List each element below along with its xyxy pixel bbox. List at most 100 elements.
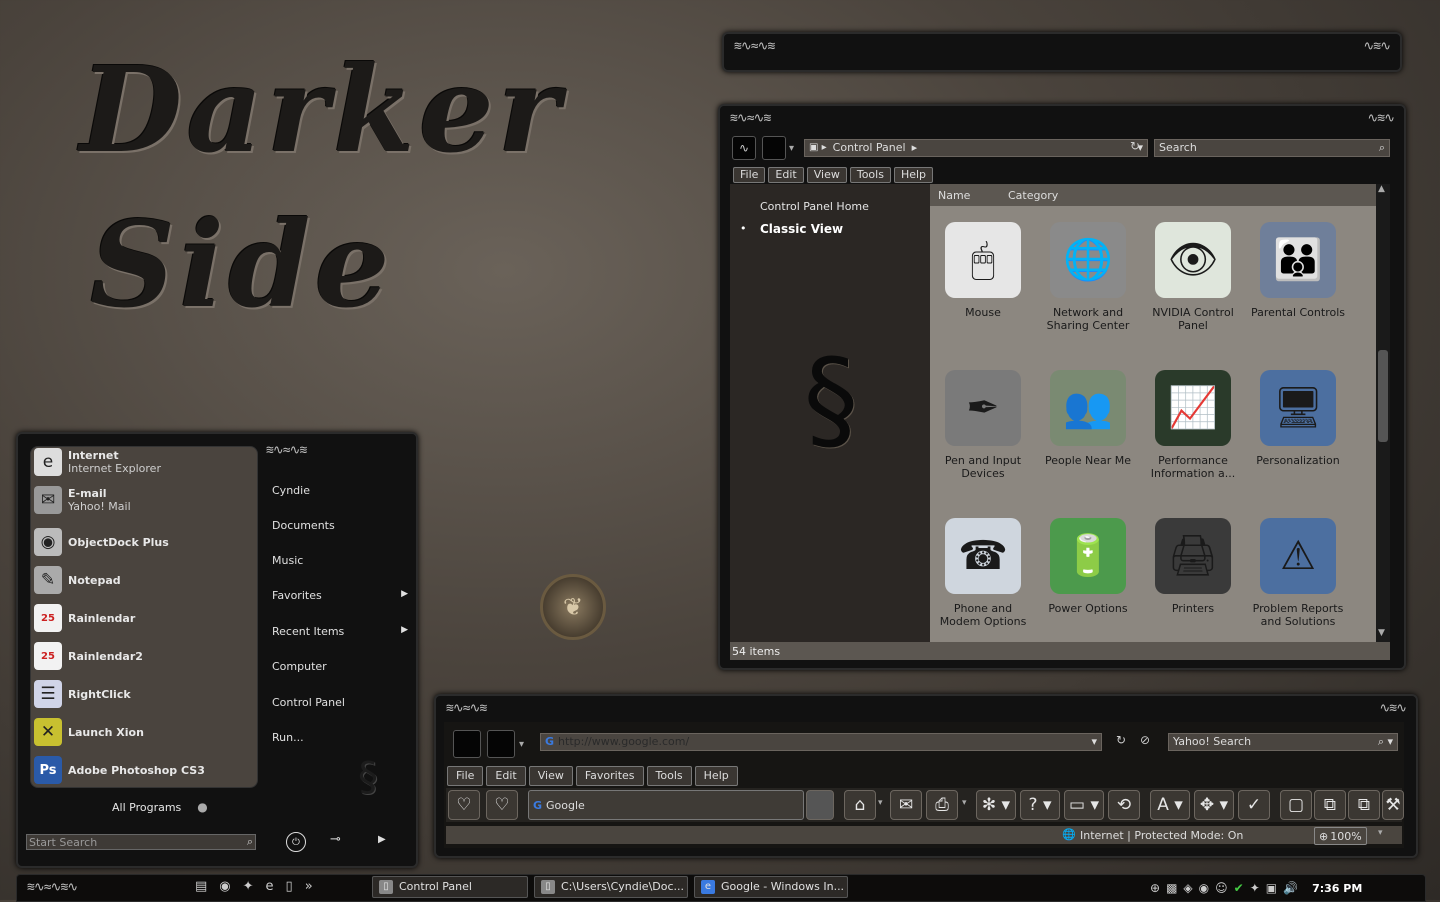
notepad-icon[interactable]: ▯ [286, 879, 293, 894]
control-panel-item[interactable]: 🖨 Printers [1143, 518, 1243, 615]
tray-messenger-icon[interactable]: ☺ [1215, 881, 1228, 895]
tools-button[interactable]: ⚒ [1382, 790, 1404, 820]
control-panel-item[interactable]: ☎ Phone and Modem Options [933, 518, 1033, 628]
menu-edit[interactable]: Edit [486, 766, 526, 786]
search-icon[interactable]: ⌕ [1379, 139, 1385, 157]
url-text[interactable]: http://www.google.com/ [558, 733, 689, 751]
checkmark-button[interactable]: ✓ [1238, 790, 1270, 820]
start-right-item[interactable]: Control Panel [272, 696, 408, 709]
start-pinned-item[interactable]: ✉ E-mail Yahoo! Mail [34, 482, 131, 518]
volume-icon[interactable]: 🔊 [1283, 881, 1298, 895]
start-right-item[interactable]: Music [272, 554, 408, 567]
tray-firefox-icon[interactable]: ✦ [1250, 881, 1260, 895]
tile-windows-button[interactable]: ⧉ [1314, 790, 1346, 820]
media-icon[interactable]: ◉ [219, 879, 230, 894]
control-panel-item[interactable]: 🖱 Mouse [933, 222, 1033, 319]
menu-edit[interactable]: Edit [768, 167, 804, 183]
home-dropdown-icon[interactable]: ▾ [878, 798, 883, 808]
start-right-item[interactable]: Computer [272, 660, 408, 673]
control-panel-home-link[interactable]: Control Panel Home [760, 200, 869, 213]
tab-label[interactable]: Google [546, 799, 585, 812]
print-dropdown-icon[interactable]: ▾ [962, 798, 967, 808]
start-right-item[interactable]: Cyndie [272, 484, 408, 497]
menu-tools[interactable]: Tools [646, 766, 692, 786]
taskbar-button[interactable]: ▯ C:\Users\Cyndie\Doc... [534, 876, 688, 898]
control-panel-item[interactable]: 👁 NVIDIA Control Panel [1143, 222, 1243, 332]
favorites-center-button[interactable]: ♡ [448, 790, 480, 820]
history-button[interactable]: ⟲ [1108, 790, 1140, 820]
menu-file[interactable]: File [733, 167, 766, 183]
tray-add-icon[interactable]: ⊕ [1150, 881, 1160, 895]
control-panel-item[interactable]: 👥 People Near Me [1038, 370, 1138, 467]
start-right-item[interactable]: Recent Items ▶ [272, 625, 408, 638]
back-button[interactable]: ∿ [732, 136, 756, 160]
taskbar-button[interactable]: e Google - Windows In... [694, 876, 848, 898]
add-favorite-button[interactable]: ♡ [486, 790, 518, 820]
browser-tab[interactable]: G Google [528, 790, 804, 820]
text-size-button[interactable]: A ▾ [1150, 790, 1190, 820]
menu-favorites[interactable]: Favorites [575, 766, 644, 786]
address-path[interactable]: Control Panel [833, 139, 906, 157]
forward-button[interactable] [762, 136, 786, 160]
chevron-right-icon[interactable]: ▸ [912, 139, 918, 157]
taskbar-button[interactable]: ▯ Control Panel [372, 876, 528, 898]
start-pinned-item[interactable]: ✎ Notepad [34, 562, 121, 598]
quicklaunch-more-icon[interactable]: » [305, 879, 313, 894]
back-button[interactable] [453, 730, 481, 758]
start-right-item[interactable]: Run... [272, 731, 408, 744]
zoom-dropdown-icon[interactable]: ▾ [1378, 828, 1383, 838]
menu-view[interactable]: View [806, 167, 847, 183]
column-category[interactable]: Category [1008, 189, 1058, 202]
url-dropdown-icon[interactable]: ▾ [1091, 733, 1097, 751]
menu-file[interactable]: File [447, 766, 484, 786]
tray-app-icon[interactable]: ▩ [1166, 881, 1177, 895]
url-bar[interactable]: G http://www.google.com/ ▾ [540, 733, 1102, 751]
search-icon[interactable]: ⌕ ▾ [1378, 733, 1393, 751]
scroll-thumb[interactable] [1378, 350, 1388, 442]
forward-button[interactable] [487, 730, 515, 758]
refresh-icon[interactable]: ↻ [1116, 733, 1126, 747]
address-bar[interactable]: ▣ ▸ Control Panel ▸ ▾ [804, 139, 1148, 157]
mail-button[interactable]: ✉ [890, 790, 922, 820]
control-panel-item[interactable]: 🔋 Power Options [1038, 518, 1138, 615]
print-button[interactable]: ⎙ [926, 790, 958, 820]
settings-button[interactable]: ✻ ▾ [976, 790, 1016, 820]
control-panel-item[interactable]: 👪 Parental Controls [1248, 222, 1348, 319]
browser-search-input[interactable]: Yahoo! Search ⌕ ▾ [1168, 733, 1398, 751]
tray-display-icon[interactable]: ▣ [1266, 881, 1277, 895]
history-dropdown-icon[interactable]: ▾ [789, 143, 794, 154]
all-programs-button[interactable]: All Programs ● [112, 800, 208, 814]
cascade-button[interactable]: ⧉ [1348, 790, 1380, 820]
control-panel-item[interactable]: 📈 Performance Information a... [1143, 370, 1243, 480]
start-pinned-item[interactable]: ◉ ObjectDock Plus [34, 524, 169, 560]
control-panel-item[interactable]: ⚠ Problem Reports and Solutions [1248, 518, 1348, 628]
fullscreen-button[interactable]: ▢ [1280, 790, 1312, 820]
zoom-control[interactable]: ⊕ 100% [1314, 827, 1367, 845]
clock[interactable]: 7:36 PM [1312, 882, 1362, 895]
menu-help[interactable]: Help [694, 766, 738, 786]
shutdown-options-button[interactable]: ▶ [378, 834, 386, 845]
vertical-scrollbar[interactable]: ▲ ▼ [1376, 184, 1390, 642]
firefox-icon[interactable]: ✦ [243, 879, 254, 894]
power-button[interactable]: ⏻ [286, 832, 306, 852]
control-panel-item[interactable]: ✒ Pen and Input Devices [933, 370, 1033, 480]
classic-view-link[interactable]: Classic View [760, 222, 843, 236]
column-name[interactable]: Name [938, 189, 970, 202]
history-dropdown-icon[interactable]: ▾ [519, 739, 524, 750]
tray-network-icon[interactable]: ◈ [1183, 881, 1192, 895]
move-button[interactable]: ✥ ▾ [1194, 790, 1234, 820]
ie-icon[interactable]: e [266, 879, 274, 894]
menu-help[interactable]: Help [893, 167, 934, 183]
control-panel-item[interactable]: 🌐 Network and Sharing Center [1038, 222, 1138, 332]
start-search-input[interactable]: Start Search ⌕ [26, 834, 256, 850]
start-pinned-item[interactable]: 25 Rainlendar [34, 600, 135, 636]
scroll-down-icon[interactable]: ▼ [1378, 628, 1385, 638]
start-right-item[interactable]: Favorites ▶ [272, 589, 408, 602]
lock-button[interactable]: ⊸ [330, 832, 341, 847]
zoom-level[interactable]: 100% [1330, 830, 1361, 843]
start-pinned-item[interactable]: e Internet Internet Explorer [34, 444, 161, 480]
scroll-up-icon[interactable]: ▲ [1378, 184, 1385, 194]
start-pinned-item[interactable]: ✕ Launch Xion [34, 714, 144, 750]
control-panel-item[interactable]: 🖥 Personalization [1248, 370, 1348, 467]
security-zone[interactable]: Internet | Protected Mode: On [1080, 829, 1243, 842]
